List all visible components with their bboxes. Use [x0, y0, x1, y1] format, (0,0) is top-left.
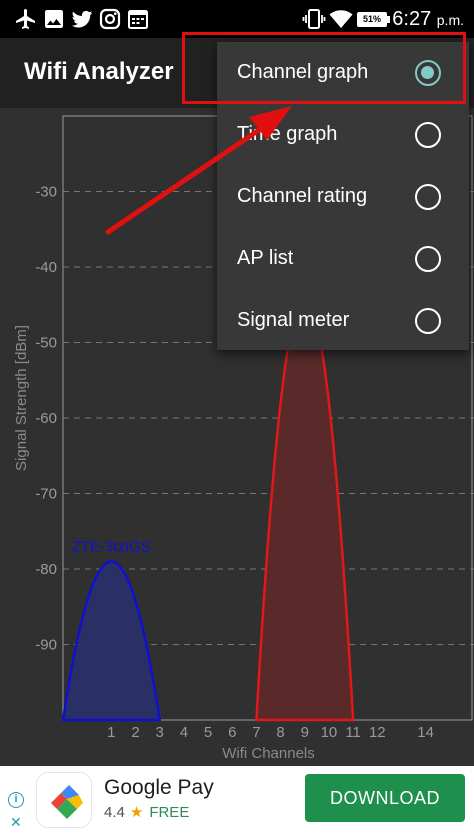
x-tick-label: 1 — [107, 724, 115, 741]
y-tick-label: -50 — [35, 335, 57, 352]
battery-icon: 51% — [357, 12, 387, 27]
radio-unchecked-icon[interactable] — [415, 184, 441, 210]
screen: 51% 6:27 p.m. Wifi Analyzer -30 -40 -50 -60… — [0, 0, 474, 835]
ad-info-icon[interactable]: i — [8, 792, 24, 808]
y-axis-label: Signal Strength [dBm] — [13, 325, 30, 471]
wifi-icon — [329, 10, 353, 29]
x-axis-label: Wifi Channels — [222, 745, 315, 762]
time-text: 6:27 — [392, 8, 432, 30]
download-button[interactable]: DOWNLOAD — [305, 774, 465, 822]
menu-item-signal-meter[interactable]: Signal meter — [217, 290, 469, 352]
google-pay-logo-icon[interactable] — [36, 772, 92, 828]
menu-item-time-graph[interactable]: Time graph — [217, 104, 469, 166]
x-tick-label: 6 — [228, 724, 236, 741]
y-tick-label: -90 — [35, 637, 57, 654]
menu-item-label: Time graph — [237, 123, 338, 145]
y-tick-label: -70 — [35, 486, 57, 503]
instagram-icon — [99, 8, 121, 30]
ad-price: FREE — [149, 804, 190, 821]
x-tick-label: 11 — [345, 724, 361, 741]
time-ampm: p.m. — [436, 12, 464, 28]
twitter-icon — [71, 10, 93, 28]
x-tick-label: 5 — [204, 724, 212, 741]
x-tick-label: 12 — [369, 724, 386, 741]
menu-item-label: Signal meter — [237, 309, 350, 331]
ssid-label: ZTE-3tztGS — [72, 538, 151, 555]
radio-unchecked-icon[interactable] — [415, 246, 441, 272]
signal-curve — [255, 296, 355, 722]
ad-app-name: Google Pay — [104, 776, 214, 799]
x-tick-label: 8 — [276, 724, 284, 741]
y-tick-label: -60 — [35, 410, 57, 427]
menu-item-channel-rating[interactable]: Channel rating — [217, 166, 469, 228]
radio-unchecked-icon[interactable] — [415, 308, 441, 334]
radio-unchecked-icon[interactable] — [415, 122, 441, 148]
x-tick-label: 10 — [321, 724, 338, 741]
x-tick-label: 4 — [180, 724, 188, 741]
x-tick-label: 14 — [417, 724, 434, 741]
menu-item-label: Channel rating — [237, 185, 368, 207]
star-icon: ★ — [129, 804, 144, 821]
x-tick-label: 2 — [131, 724, 139, 741]
status-time: 6:27 p.m. — [392, 8, 464, 31]
y-tick-label: -40 — [35, 259, 57, 276]
y-tick-label: -30 — [35, 184, 57, 201]
battery-tip — [387, 16, 390, 23]
ad-close-icon[interactable]: ✕ — [10, 814, 22, 831]
ad-rating: 4.4 — [104, 804, 125, 821]
x-tick-label: 7 — [252, 724, 260, 741]
airplane-icon — [16, 9, 35, 29]
menu-item-ap-list[interactable]: AP list — [217, 228, 469, 290]
x-tick-label: 9 — [301, 724, 309, 741]
annotation-highlight-box — [182, 32, 466, 104]
y-tick-label: -80 — [35, 561, 57, 578]
app-title: Wifi Analyzer — [24, 58, 174, 85]
google-pay-logo-graphic — [51, 785, 83, 819]
menu-item-label: AP list — [237, 247, 294, 269]
gallery-icon — [45, 10, 63, 28]
calendar-icon — [128, 10, 148, 29]
ad-meta: 4.4 ★ FREE — [104, 803, 189, 821]
vibrate-icon — [302, 9, 326, 29]
x-tick-label: 3 — [156, 724, 164, 741]
ad-banner[interactable]: i ✕ Google Pay 4.4 ★ FREE DOWNLOAD — [0, 766, 474, 835]
battery-level: 51% — [362, 14, 381, 24]
signal-curve — [61, 560, 162, 722]
